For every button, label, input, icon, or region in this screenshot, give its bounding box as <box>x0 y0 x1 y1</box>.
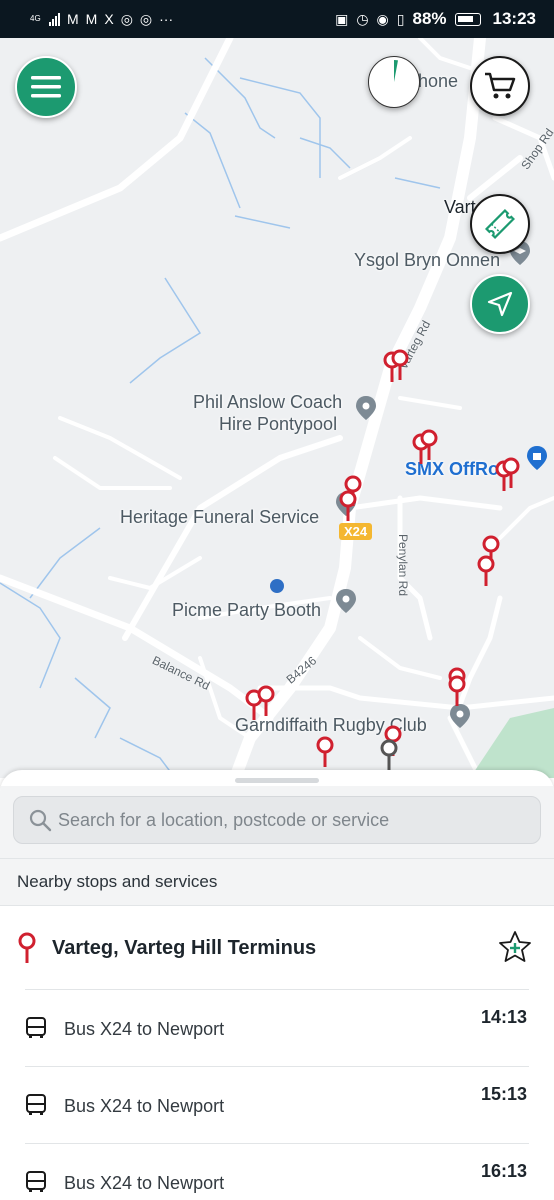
bus-stop-pin-icon[interactable] <box>446 675 468 707</box>
section-title: Nearby stops and services <box>0 858 554 906</box>
x-app-icon: X <box>104 11 114 27</box>
place-pin-icon[interactable] <box>450 704 470 728</box>
chrome-icon: ◎ <box>120 11 133 27</box>
bus-stop-pin-icon[interactable] <box>475 555 497 587</box>
stop-name: Varteg, Varteg Hill Terminus <box>52 936 317 959</box>
bus-icon <box>26 1017 46 1038</box>
service-label: Bus X24 to Newport <box>64 1173 225 1193</box>
service-label: Bus X24 to Newport <box>64 1096 225 1116</box>
departure-time: 16:13 <box>480 1161 527 1181</box>
ticket-icon <box>485 209 515 239</box>
bus-stop-pin-icon[interactable] <box>337 490 359 522</box>
menu-button[interactable] <box>15 56 77 118</box>
route-badge[interactable]: X24 <box>339 523 373 540</box>
timer-icon <box>394 60 398 82</box>
bottom-sheet[interactable]: Search for a location, postcode or servi… <box>0 770 554 1200</box>
bus-stop-pin-icon[interactable] <box>418 429 440 461</box>
status-bar: 4G M M X ◎ ◎ ··· ▣ ◷ ◉ ▯ 88% 13:23 <box>0 0 554 38</box>
signal-icon <box>49 12 60 26</box>
bus-stop-pin-icon[interactable] <box>378 739 400 771</box>
timer-button[interactable] <box>368 56 420 108</box>
bus-stop-pin-icon[interactable] <box>500 457 522 489</box>
cart-icon <box>485 72 516 99</box>
shop-pin-icon[interactable] <box>527 446 547 470</box>
service-row[interactable]: Bus X24 to Newport 16:13 <box>0 1143 554 1200</box>
bus-stop-pin-icon <box>18 932 36 963</box>
battery-percent: 88% <box>412 9 447 28</box>
place-label[interactable]: Ysgol Bryn Onnen <box>354 249 500 271</box>
place-pin-icon[interactable] <box>356 396 376 420</box>
departure-time: 14:13 <box>480 1007 527 1027</box>
map-view[interactable]: hone Vart Ysgol Bryn Onnen Phil Anslow C… <box>0 38 554 778</box>
more-notifications-icon: ··· <box>159 11 174 27</box>
place-label[interactable]: Hire Pontypool <box>219 413 337 435</box>
vibrate-icon: ▯ <box>396 11 405 27</box>
place-label[interactable]: hone <box>418 70 458 92</box>
place-label[interactable]: Heritage Funeral Service <box>120 506 319 528</box>
stop-item[interactable]: Varteg, Varteg Hill Terminus <box>0 907 554 989</box>
hamburger-icon <box>31 76 61 98</box>
navigation-arrow-icon <box>487 291 513 317</box>
bus-stop-pin-icon[interactable] <box>255 685 277 717</box>
bus-icon <box>26 1171 46 1192</box>
basket-button[interactable] <box>470 56 530 116</box>
clock: 13:23 <box>492 9 536 28</box>
alarm-icon: ◷ <box>356 11 369 27</box>
location-icon: ◉ <box>376 11 389 27</box>
road-label: Penylan Rd <box>396 533 411 597</box>
service-row[interactable]: Bus X24 to Newport 14:13 <box>0 989 554 1066</box>
my-location-button[interactable] <box>470 274 530 334</box>
bus-icon <box>26 1094 46 1115</box>
service-row[interactable]: Bus X24 to Newport 15:13 <box>0 1066 554 1143</box>
nfc-icon: ▣ <box>335 11 349 27</box>
gmail-icon: M <box>85 11 98 27</box>
bus-stop-pin-icon[interactable] <box>314 736 336 768</box>
place-pin-icon[interactable] <box>336 589 356 613</box>
battery-icon <box>454 12 481 26</box>
network-type-icon: 4G <box>30 14 41 23</box>
gmail-icon: M <box>67 11 79 27</box>
place-label[interactable]: Picme Party Booth <box>172 599 321 621</box>
bus-stop-pin-icon[interactable] <box>389 349 411 381</box>
favourite-star-icon[interactable] <box>497 929 533 965</box>
place-label[interactable]: Phil Anslow Coach <box>193 391 342 413</box>
search-icon <box>29 809 52 832</box>
service-label: Bus X24 to Newport <box>64 1019 225 1039</box>
drag-handle[interactable] <box>235 778 319 783</box>
departure-time: 15:13 <box>480 1084 527 1104</box>
tickets-button[interactable] <box>470 194 530 254</box>
search-input[interactable]: Search for a location, postcode or servi… <box>13 796 541 844</box>
search-placeholder: Search for a location, postcode or servi… <box>58 809 390 830</box>
chrome-icon: ◎ <box>139 11 153 27</box>
